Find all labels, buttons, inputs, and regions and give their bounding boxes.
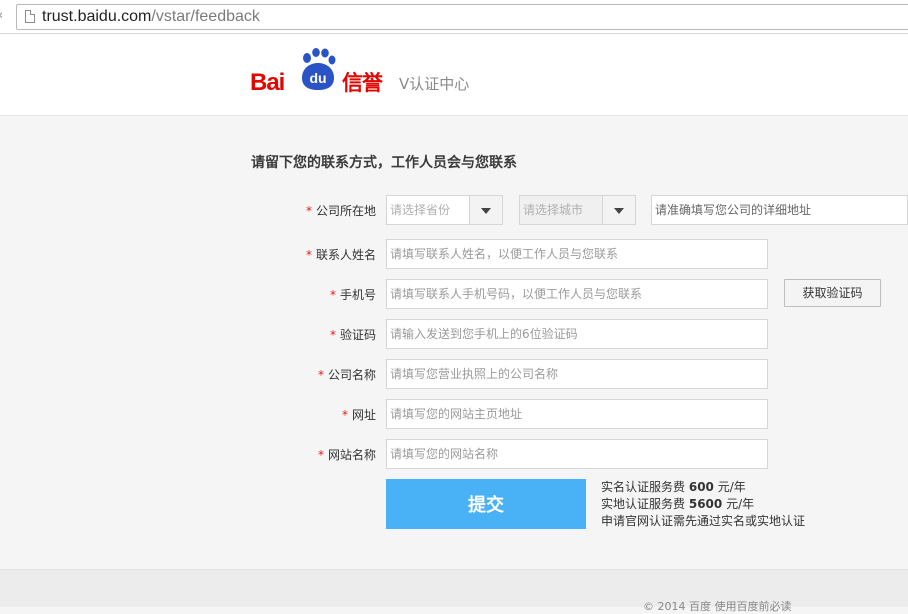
- label-site-name: * 网站名称: [318, 446, 376, 463]
- fee-line-1-prefix: 实名认证服务费: [601, 480, 686, 494]
- chevron-down-icon[interactable]: [469, 196, 502, 224]
- site-name-input[interactable]: 请填写您的网站名称: [386, 439, 768, 469]
- label-code-text: 验证码: [339, 328, 376, 342]
- site-header: Bai du 信誉 V认证中心: [0, 34, 908, 116]
- url-text: trust.baidu.com/vstar/feedback: [42, 7, 260, 27]
- label-website: * 网址: [342, 406, 376, 423]
- label-phone: * 手机号: [330, 286, 376, 303]
- row-location: * 公司所在地 请选择省份 请选择城市 请准确填写您公司的详细地址: [0, 195, 908, 227]
- label-location-text: 公司所在地: [315, 204, 376, 218]
- website-input[interactable]: 请填写您的网站主页地址: [386, 399, 768, 429]
- fee-info: 实名认证服务费 600 元/年 实地认证服务费 5600 元/年 申请官网认证需…: [601, 479, 805, 530]
- chevron-down-icon[interactable]: [602, 196, 635, 224]
- label-website-text: 网址: [351, 408, 376, 422]
- logo-du: du: [309, 70, 326, 86]
- province-select[interactable]: 请选择省份: [386, 195, 503, 225]
- code-placeholder: 请输入发送到您手机上的6位验证码: [390, 327, 578, 341]
- form-title: 请留下您的联系方式，工作人员会与您联系: [251, 155, 517, 171]
- back-arrow-icon[interactable]: ‹: [0, 8, 3, 23]
- website-placeholder: 请填写您的网站主页地址: [390, 407, 523, 421]
- get-code-button[interactable]: 获取验证码: [784, 279, 881, 307]
- company-input[interactable]: 请填写您营业执照上的公司名称: [386, 359, 768, 389]
- row-code: * 验证码 请输入发送到您手机上的6位验证码: [0, 319, 908, 351]
- address-input[interactable]: 请准确填写您公司的详细地址: [651, 195, 908, 225]
- logo-brand: 信誉: [342, 71, 383, 95]
- fee-line-2-prefix: 实地认证服务费: [601, 497, 686, 511]
- label-contact-name-text: 联系人姓名: [315, 248, 376, 262]
- code-input[interactable]: 请输入发送到您手机上的6位验证码: [386, 319, 768, 349]
- phone-input[interactable]: 请填写联系人手机号码，以便工作人员与您联系: [386, 279, 768, 309]
- contact-name-input[interactable]: 请填写联系人姓名，以便工作人员与您联系: [386, 239, 768, 269]
- label-code: * 验证码: [330, 326, 376, 343]
- fee-line-1-amount: 600: [688, 480, 714, 494]
- row-contact-name: * 联系人姓名 请填写联系人姓名，以便工作人员与您联系: [0, 239, 908, 271]
- required-mark: *: [317, 368, 324, 382]
- city-select[interactable]: 请选择城市: [519, 195, 636, 225]
- label-company-text: 公司名称: [327, 368, 376, 382]
- footer-copyright: © 2014 百度 使用百度前必读: [643, 600, 792, 613]
- label-contact-name: * 联系人姓名: [306, 246, 376, 263]
- site-footer: © 2014 百度 使用百度前必读: [0, 569, 908, 613]
- url-path: /vstar/feedback: [151, 8, 260, 25]
- phone-placeholder: 请填写联系人手机号码，以便工作人员与您联系: [390, 287, 643, 301]
- header-subtitle: V认证中心: [399, 75, 470, 93]
- label-phone-text: 手机号: [339, 288, 376, 302]
- url-field[interactable]: trust.baidu.com/vstar/feedback: [16, 4, 908, 30]
- address-placeholder: 请准确填写您公司的详细地址: [655, 203, 812, 217]
- required-mark: *: [305, 248, 312, 262]
- submit-button[interactable]: 提交: [386, 479, 586, 529]
- city-placeholder: 请选择城市: [523, 203, 584, 217]
- required-mark: *: [305, 204, 312, 218]
- row-company: * 公司名称 请填写您营业执照上的公司名称: [0, 359, 908, 391]
- site-name-placeholder: 请填写您的网站名称: [390, 447, 499, 461]
- url-host: trust.baidu.com: [42, 8, 152, 25]
- fee-line-3: 申请官网认证需先通过实名或实地认证: [601, 514, 806, 528]
- label-company: * 公司名称: [318, 366, 376, 383]
- required-mark: *: [329, 328, 336, 342]
- contact-name-placeholder: 请填写联系人姓名，以便工作人员与您联系: [390, 247, 619, 261]
- label-site-name-text: 网站名称: [327, 448, 376, 462]
- page-icon: [25, 10, 35, 23]
- row-website: * 网址 请填写您的网站主页地址: [0, 399, 908, 431]
- fee-line-2: 实地认证服务费 5600 元/年: [601, 496, 805, 513]
- baidu-paw-icon: du: [302, 48, 336, 90]
- browser-address-bar: ‹ trust.baidu.com/vstar/feedback: [0, 0, 908, 34]
- required-mark: *: [329, 288, 336, 302]
- required-mark: *: [341, 408, 348, 422]
- baidu-xinyu-logo[interactable]: Bai du 信誉 V认证中心: [250, 48, 490, 98]
- label-location: * 公司所在地: [306, 202, 376, 219]
- fee-line-2-unit: 元/年: [726, 497, 755, 511]
- row-site-name: * 网站名称 请填写您的网站名称: [0, 439, 908, 471]
- fee-line-2-amount: 5600: [688, 497, 723, 511]
- required-mark: *: [317, 448, 324, 462]
- row-phone: * 手机号 请填写联系人手机号码，以便工作人员与您联系 获取验证码: [0, 279, 908, 311]
- company-placeholder: 请填写您营业执照上的公司名称: [390, 367, 559, 381]
- province-placeholder: 请选择省份: [390, 203, 451, 217]
- logo-bai: Bai: [250, 69, 285, 96]
- fee-line-1-unit: 元/年: [717, 480, 746, 494]
- fee-line-1: 实名认证服务费 600 元/年: [601, 479, 805, 496]
